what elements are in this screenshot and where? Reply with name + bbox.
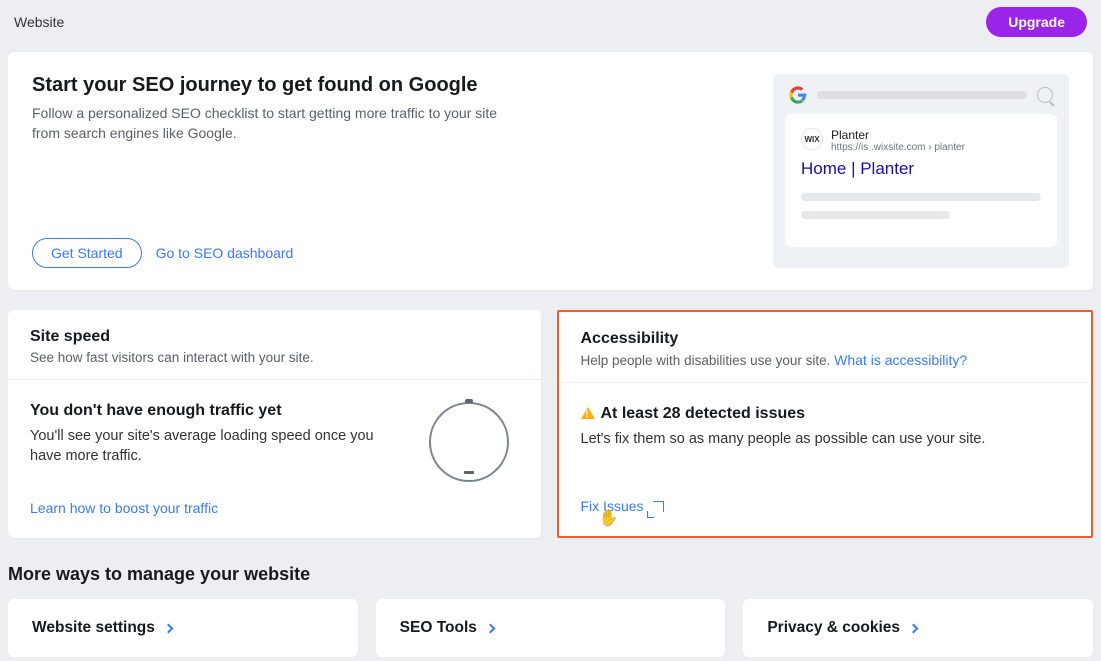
- chevron-right-icon: [909, 624, 919, 634]
- preview-line: [801, 211, 950, 219]
- chevron-right-icon: [485, 624, 495, 634]
- site-speed-title: Site speed: [30, 328, 519, 346]
- external-link-icon: [653, 501, 664, 512]
- site-speed-sub: See how fast visitors can interact with …: [30, 350, 519, 365]
- speed-msg-desc: You'll see your site's average loading s…: [30, 426, 409, 467]
- google-preview: WIX Planter https://is .wixsite.com › pl…: [773, 74, 1069, 268]
- seo-title: Start your SEO journey to get found on G…: [32, 74, 749, 97]
- a11y-msg-title-text: At least 28 detected issues: [601, 405, 806, 422]
- more-ways-heading: More ways to manage your website: [8, 564, 1095, 585]
- seo-tools-card[interactable]: SEO Tools: [376, 599, 726, 657]
- fix-issues-label: Fix Issues: [581, 498, 644, 514]
- seo-dashboard-link[interactable]: Go to SEO dashboard: [156, 245, 294, 261]
- chevron-right-icon: [163, 624, 173, 634]
- preview-url: https://is .wixsite.com › planter: [831, 142, 965, 153]
- google-logo-icon: [789, 86, 807, 104]
- fix-issues-link[interactable]: Fix Issues: [581, 498, 665, 514]
- preview-sitename: Planter: [831, 128, 965, 142]
- preview-result-title: Home | Planter: [801, 159, 1041, 179]
- accessibility-card: Accessibility Help people with disabilit…: [557, 310, 1094, 538]
- a11y-msg-desc: Let's fix them so as many people as poss…: [581, 429, 1070, 449]
- preview-line: [801, 193, 1041, 201]
- seo-card: Start your SEO journey to get found on G…: [8, 52, 1093, 290]
- search-icon: [1037, 87, 1053, 103]
- what-is-accessibility-link[interactable]: What is accessibility?: [834, 352, 967, 368]
- mini-title: Website settings: [32, 619, 155, 637]
- a11y-msg-title: At least 28 detected issues: [581, 405, 1070, 423]
- a11y-sub-text: Help people with disabilities use your s…: [581, 353, 835, 368]
- accessibility-title: Accessibility: [581, 330, 1070, 348]
- mini-title: Privacy & cookies: [767, 619, 900, 637]
- speed-msg-title: You don't have enough traffic yet: [30, 402, 409, 420]
- gauge-icon: [429, 402, 509, 482]
- search-bar-placeholder: [817, 91, 1027, 99]
- privacy-cookies-card[interactable]: Privacy & cookies: [743, 599, 1093, 657]
- get-started-button[interactable]: Get Started: [32, 238, 142, 268]
- page-title: Website: [14, 14, 64, 30]
- seo-desc: Follow a personalized SEO checklist to s…: [32, 103, 502, 144]
- upgrade-button[interactable]: Upgrade: [986, 7, 1087, 37]
- website-settings-card[interactable]: Website settings: [8, 599, 358, 657]
- boost-traffic-link[interactable]: Learn how to boost your traffic: [30, 500, 218, 516]
- site-speed-card: Site speed See how fast visitors can int…: [8, 310, 541, 538]
- warning-icon: [581, 407, 595, 419]
- favicon-icon: WIX: [801, 128, 823, 150]
- accessibility-sub: Help people with disabilities use your s…: [581, 352, 1070, 368]
- search-result-preview: WIX Planter https://is .wixsite.com › pl…: [785, 114, 1057, 247]
- mini-title: SEO Tools: [400, 619, 477, 637]
